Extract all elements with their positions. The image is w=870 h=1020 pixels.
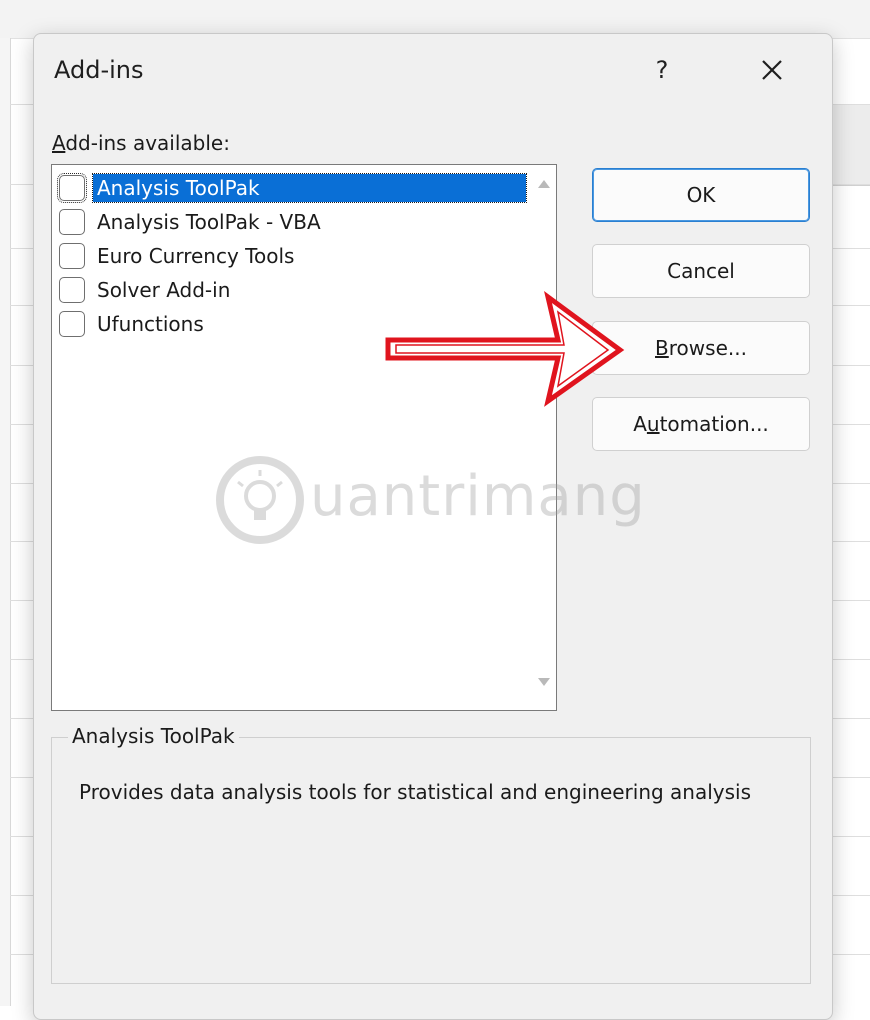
close-button[interactable] (752, 50, 792, 90)
red-arrow-annotation-icon (385, 290, 625, 407)
automation-label-rest: tomation... (659, 412, 769, 436)
checkbox-ufunctions[interactable] (59, 311, 85, 337)
listbox-scrollbar[interactable] (532, 165, 556, 710)
scroll-down-arrow-icon (538, 678, 550, 686)
list-item-label: Euro Currency Tools (97, 244, 295, 268)
add-ins-available-label: Add-ins available: (52, 131, 230, 155)
list-item-label: Analysis ToolPak - VBA (97, 210, 321, 234)
scroll-up-button[interactable] (532, 173, 556, 197)
dialog-title: Add-ins (54, 56, 144, 84)
scroll-up-arrow-icon (538, 180, 550, 188)
browse-mnemonic: B (655, 336, 669, 360)
close-icon (762, 60, 782, 80)
spreadsheet-column-header (830, 104, 870, 186)
list-item-label: Ufunctions (97, 312, 204, 336)
automation-label-start: A (633, 412, 647, 436)
list-item-analysis-toolpak[interactable]: Analysis ToolPak (56, 171, 527, 205)
add-ins-label-text: dd-ins available: (65, 131, 230, 155)
scroll-down-button[interactable] (532, 669, 556, 693)
list-item-label: Analysis ToolPak (92, 173, 527, 203)
checkbox-euro-currency-tools[interactable] (59, 243, 85, 269)
description-title: Analysis ToolPak (68, 724, 239, 748)
help-button[interactable]: ? (646, 52, 678, 88)
checkbox-analysis-toolpak[interactable] (57, 173, 87, 203)
watermark: uantrimang (210, 450, 650, 550)
checkbox-analysis-toolpak-vba[interactable] (59, 209, 85, 235)
description-text: Provides data analysis tools for statist… (79, 780, 752, 804)
watermark-text: uantrimang (310, 464, 646, 529)
list-item-label: Solver Add-in (97, 278, 231, 302)
list-item-analysis-toolpak-vba[interactable]: Analysis ToolPak - VBA (56, 205, 526, 239)
browse-label: rowse... (668, 336, 747, 360)
list-item-euro-currency-tools[interactable]: Euro Currency Tools (56, 239, 526, 273)
checkbox-solver-add-in[interactable] (59, 277, 85, 303)
add-ins-label-mnemonic: A (52, 131, 66, 155)
ok-button[interactable]: OK (592, 168, 810, 222)
lightbulb-logo-icon (216, 456, 304, 544)
add-ins-listbox[interactable]: Analysis ToolPak Analysis ToolPak - VBA … (51, 164, 557, 711)
description-group: Analysis ToolPak Provides data analysis … (51, 724, 811, 984)
automation-mnemonic: u (646, 412, 660, 436)
